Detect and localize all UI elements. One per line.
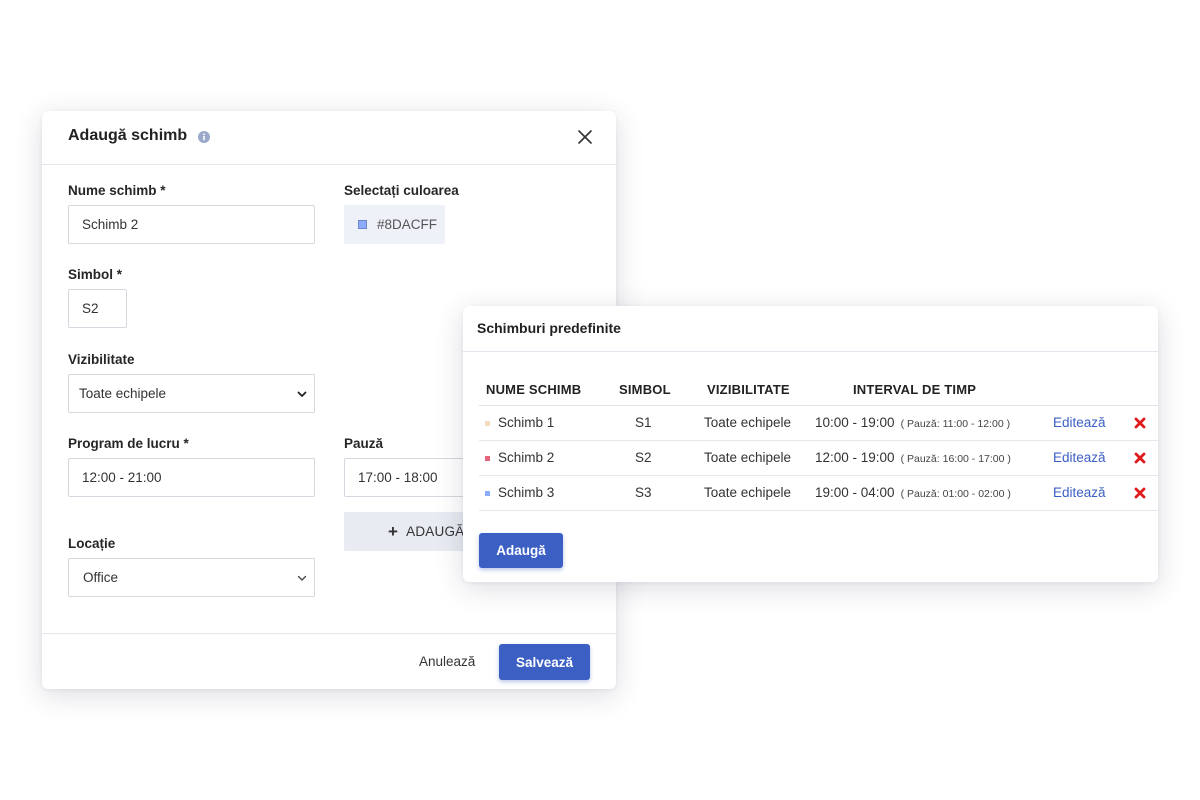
shift-visibility: Toate echipele xyxy=(704,415,792,430)
shift-name: Schimb 3 xyxy=(498,485,555,500)
interval-time: 19:00 - 04:00 xyxy=(815,485,895,500)
table-row: Schimb 1 S1 Toate echipele 10:00 - 19:00… xyxy=(479,406,1158,441)
shift-symbol: S3 xyxy=(635,485,652,500)
delete-x-icon[interactable] xyxy=(1134,417,1146,429)
symbol-value: S2 xyxy=(82,301,99,316)
column-header-name: NUME SCHIMB xyxy=(486,382,582,397)
shift-name: Schimb 2 xyxy=(498,450,555,465)
interval-pause: ( Pauză: 11:00 - 12:00 ) xyxy=(900,418,1011,430)
close-icon[interactable] xyxy=(576,128,594,146)
column-header-visibility: VIZIBILITATE xyxy=(707,382,790,397)
table-row: Schimb 3 S3 Toate echipele 19:00 - 04:00… xyxy=(479,476,1158,511)
add-break-label: ADAUGĂ xyxy=(406,524,465,539)
shift-interval: 19:00 - 04:00 ( Pauză: 01:00 - 02:00 ) xyxy=(815,485,1011,500)
modal-footer: Anulează Salvează xyxy=(42,633,616,689)
shift-color-dot xyxy=(485,456,490,461)
column-header-symbol: SIMBOL xyxy=(619,382,671,397)
location-value: Office xyxy=(83,570,119,585)
table-row: Schimb 2 S2 Toate echipele 12:00 - 19:00… xyxy=(479,441,1158,476)
break-input[interactable]: 17:00 - 18:00 xyxy=(344,458,474,497)
location-select[interactable]: Office xyxy=(68,558,315,597)
add-shift-button[interactable]: Adaugă xyxy=(479,533,563,568)
color-value: #8DACFF xyxy=(377,217,438,232)
add-break-button[interactable]: + ADAUGĂ xyxy=(344,512,474,551)
panel-title: Schimburi predefinite xyxy=(477,320,621,336)
visibility-value: Toate echipele xyxy=(79,386,167,401)
visibility-select[interactable]: Toate echipele xyxy=(68,374,315,413)
symbol-input[interactable]: S2 xyxy=(68,289,127,328)
save-button[interactable]: Salvează xyxy=(499,644,590,680)
interval-pause: ( Pauză: 16:00 - 17:00 ) xyxy=(900,453,1011,465)
schedule-input[interactable]: 12:00 - 21:00 xyxy=(68,458,315,497)
delete-x-icon[interactable] xyxy=(1134,487,1146,499)
cancel-button[interactable]: Anulează xyxy=(419,654,475,669)
chevron-down-icon xyxy=(297,391,307,397)
column-header-interval: INTERVAL DE TIMP xyxy=(853,382,977,397)
break-label: Pauză xyxy=(344,436,384,451)
shift-interval: 12:00 - 19:00 ( Pauză: 16:00 - 17:00 ) xyxy=(815,450,1011,465)
chevron-down-icon xyxy=(297,575,307,581)
shift-interval: 10:00 - 19:00 ( Pauză: 11:00 - 12:00 ) xyxy=(815,415,1010,430)
modal-header: Adaugă schimb xyxy=(42,111,616,165)
shift-name-input[interactable]: Schimb 2 xyxy=(68,205,315,244)
visibility-label: Vizibilitate xyxy=(68,352,135,367)
delete-x-icon[interactable] xyxy=(1134,452,1146,464)
schedule-label: Program de lucru * xyxy=(68,436,189,451)
edit-link[interactable]: Editează xyxy=(1053,485,1106,500)
color-picker[interactable]: #8DACFF xyxy=(344,205,445,244)
shift-name-label: Nume schimb * xyxy=(68,183,166,198)
color-label: Selectați culoarea xyxy=(344,183,459,198)
panel-header: Schimburi predefinite xyxy=(463,306,1158,352)
shift-visibility: Toate echipele xyxy=(704,485,792,500)
shift-symbol: S2 xyxy=(635,450,652,465)
edit-link[interactable]: Editează xyxy=(1053,415,1106,430)
info-icon[interactable] xyxy=(198,131,210,143)
predefined-shifts-panel: Schimburi predefinite NUME SCHIMB SIMBOL… xyxy=(463,306,1158,582)
shift-symbol: S1 xyxy=(635,415,652,430)
symbol-label: Simbol * xyxy=(68,267,123,282)
shift-color-dot xyxy=(485,421,490,426)
color-swatch xyxy=(358,220,367,229)
location-label: Locație xyxy=(68,536,116,551)
interval-time: 12:00 - 19:00 xyxy=(815,450,895,465)
modal-title: Adaugă schimb xyxy=(68,127,188,144)
shift-name-value: Schimb 2 xyxy=(82,217,139,232)
schedule-value: 12:00 - 21:00 xyxy=(82,470,162,485)
interval-time: 10:00 - 19:00 xyxy=(815,415,895,430)
shift-name: Schimb 1 xyxy=(498,415,555,430)
break-value: 17:00 - 18:00 xyxy=(358,470,438,485)
interval-pause: ( Pauză: 01:00 - 02:00 ) xyxy=(900,488,1011,500)
edit-link[interactable]: Editează xyxy=(1053,450,1106,465)
plus-icon: + xyxy=(388,521,399,541)
shift-color-dot xyxy=(485,491,490,496)
shift-visibility: Toate echipele xyxy=(704,450,792,465)
